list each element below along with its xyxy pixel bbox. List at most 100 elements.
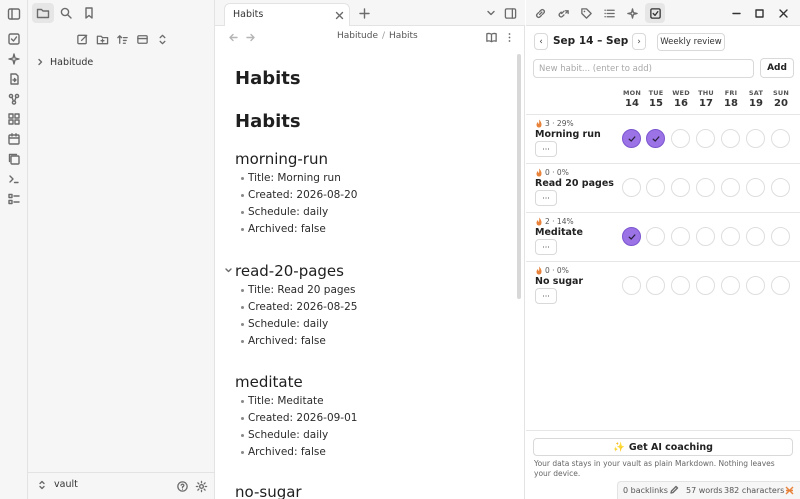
habit-check-wed[interactable]: [671, 178, 690, 197]
left-ribbon: [0, 0, 28, 499]
habit-check-tue[interactable]: [646, 227, 665, 246]
day-header-sat: SAT 19: [744, 89, 768, 109]
tab-outline[interactable]: [599, 3, 619, 23]
settings-gear-icon[interactable]: [194, 479, 208, 493]
new-tab-plus-icon[interactable]: [357, 6, 371, 20]
breadcrumb-file[interactable]: Habits: [389, 31, 418, 41]
day-header-thu: THU 17: [694, 89, 718, 109]
habit-check-fri[interactable]: [721, 178, 740, 197]
habit-check-tue[interactable]: [646, 178, 665, 197]
new-habit-input[interactable]: [533, 59, 754, 78]
habit-more-button[interactable]: ···: [535, 190, 557, 206]
section-read-20-pages: read-20-pages Title: Read 20 pages Creat…: [225, 262, 505, 350]
habit-check-sat[interactable]: [746, 178, 765, 197]
graph-icon[interactable]: [5, 90, 23, 108]
tab-outgoing-links[interactable]: [553, 3, 573, 23]
section-heading: morning-run: [235, 150, 328, 168]
reading-view-book-icon[interactable]: [484, 30, 498, 44]
document-body[interactable]: Habits Habits morning-run Title: Morning…: [215, 48, 521, 499]
back-arrow-icon[interactable]: [226, 30, 240, 44]
section-heading: read-20-pages: [235, 262, 344, 280]
files-tab[interactable]: [32, 3, 54, 23]
habit-check-mon[interactable]: [622, 178, 641, 197]
pencil-icon[interactable]: [669, 485, 679, 495]
habit-check-fri[interactable]: [721, 276, 740, 295]
habit-check-wed[interactable]: [671, 276, 690, 295]
habit-check-thu[interactable]: [696, 178, 715, 197]
close-window-icon[interactable]: [776, 6, 790, 20]
habit-check-mon[interactable]: [622, 276, 641, 295]
ai-coaching-button[interactable]: ✨ Get AI coaching: [533, 438, 793, 456]
right-sidebar-toggle-icon[interactable]: [503, 6, 517, 20]
habit-check-sat[interactable]: [746, 276, 765, 295]
habit-check-fri[interactable]: [721, 227, 740, 246]
habit-check-mon[interactable]: [622, 227, 641, 246]
habit-check-sat[interactable]: [746, 227, 765, 246]
habit-check-sun[interactable]: [771, 178, 790, 197]
habit-check-thu[interactable]: [696, 129, 715, 148]
file-import-icon[interactable]: [5, 70, 23, 88]
tab-link-settings[interactable]: [530, 3, 550, 23]
habit-more-button[interactable]: ···: [535, 239, 557, 255]
habit-check-sun[interactable]: [771, 129, 790, 148]
fold-chevron-icon[interactable]: [224, 266, 233, 275]
tab-tags[interactable]: [576, 3, 596, 23]
habit-check-sun[interactable]: [771, 227, 790, 246]
vault-switcher[interactable]: vault: [38, 479, 78, 490]
day-name: THU: [698, 89, 714, 97]
habit-check-thu[interactable]: [696, 227, 715, 246]
habit-check-wed[interactable]: [671, 129, 690, 148]
sort-icon[interactable]: [113, 30, 131, 48]
list-item: Archived: false: [241, 444, 505, 461]
tab-habits[interactable]: Habits: [224, 3, 350, 26]
day-name: WED: [672, 89, 690, 97]
tab-ai-sparkle[interactable]: [622, 3, 642, 23]
more-options-icon[interactable]: [502, 30, 516, 44]
habit-check-thu[interactable]: [696, 276, 715, 295]
editor-scrollbar[interactable]: [517, 54, 521, 299]
minimize-icon[interactable]: [729, 6, 743, 20]
sparkle-icon[interactable]: [5, 50, 23, 68]
habit-check-mon[interactable]: [622, 129, 641, 148]
habit-name: Morning run: [535, 129, 601, 140]
streak-stat: 0 · 0%: [535, 168, 569, 177]
habit-check-sun[interactable]: [771, 276, 790, 295]
habit-check-sat[interactable]: [746, 129, 765, 148]
backlinks-count[interactable]: 0 backlinks: [623, 486, 668, 495]
tab-habits[interactable]: [645, 3, 665, 23]
forward-arrow-icon[interactable]: [243, 30, 257, 44]
search-tab[interactable]: [55, 3, 77, 23]
copy-icon[interactable]: [5, 150, 23, 168]
sync-status-icon[interactable]: [784, 485, 795, 496]
daily-note-icon[interactable]: [5, 30, 23, 48]
add-habit-button[interactable]: Add: [760, 58, 794, 78]
new-note-icon[interactable]: [73, 30, 91, 48]
list-icon[interactable]: [5, 190, 23, 208]
collapse-icon[interactable]: [133, 30, 151, 48]
new-folder-icon[interactable]: [93, 30, 111, 48]
help-icon[interactable]: [175, 479, 189, 493]
maximize-icon[interactable]: [752, 6, 766, 20]
doc-heading-1: Habits: [235, 111, 301, 132]
sidebar-toggle-icon[interactable]: [5, 5, 23, 23]
breadcrumb-folder[interactable]: Habitude: [337, 31, 378, 41]
habit-check-tue[interactable]: [646, 276, 665, 295]
tree-folder-habitude[interactable]: Habitude: [36, 53, 93, 71]
terminal-icon[interactable]: [5, 170, 23, 188]
expand-icon[interactable]: [153, 30, 171, 48]
next-week-button[interactable]: ›: [632, 33, 646, 50]
calendar-icon[interactable]: [5, 130, 23, 148]
prev-week-button[interactable]: ‹: [534, 33, 548, 50]
chevron-down-icon[interactable]: [484, 6, 498, 20]
bookmarks-tab[interactable]: [78, 3, 100, 23]
inline-title[interactable]: Habits: [235, 68, 301, 89]
weekly-review-button[interactable]: Weekly review: [657, 33, 725, 51]
blocks-icon[interactable]: [5, 110, 23, 128]
day-date: 14: [625, 98, 639, 109]
habit-check-tue[interactable]: [646, 129, 665, 148]
habit-check-fri[interactable]: [721, 129, 740, 148]
close-icon[interactable]: [333, 9, 345, 21]
habit-more-button[interactable]: ···: [535, 141, 557, 157]
habit-more-button[interactable]: ···: [535, 288, 557, 304]
habit-check-wed[interactable]: [671, 227, 690, 246]
